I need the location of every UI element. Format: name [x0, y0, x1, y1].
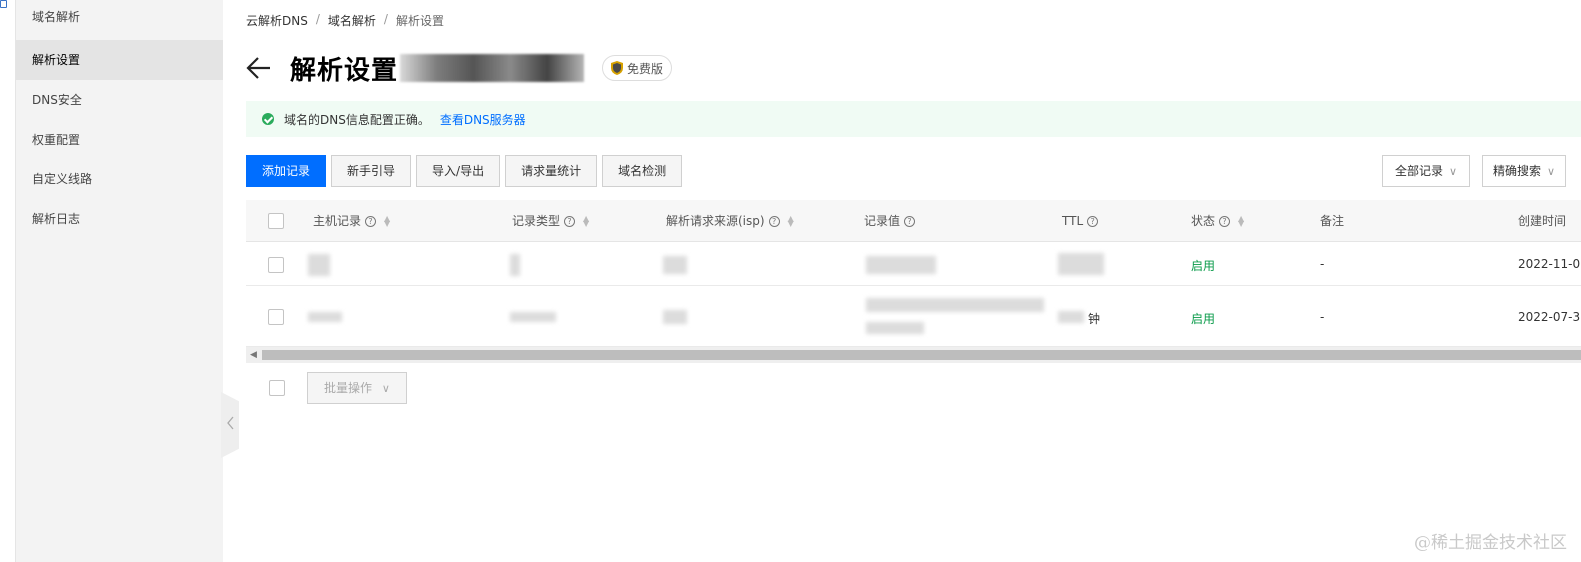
column-header-isp[interactable]: 解析请求来源(isp) ? ▲ ▼ [666, 200, 794, 242]
title-row: 解析设置 免费版 [246, 48, 673, 88]
column-label: 记录类型 [512, 214, 561, 228]
created-cell: 2022-11-0 [1518, 257, 1581, 271]
shield-icon [611, 61, 624, 75]
plan-badge: 免费版 [602, 55, 673, 81]
column-label: 主机记录 [313, 214, 362, 228]
add-record-button[interactable]: 添加记录 [246, 155, 327, 187]
back-arrow-icon[interactable] [246, 55, 272, 81]
row-checkbox[interactable] [268, 309, 284, 325]
sort-icon[interactable]: ▲ ▼ [788, 215, 794, 228]
chevron-down-icon: ∨ [381, 382, 390, 395]
column-label: 解析请求来源(isp) [666, 214, 765, 228]
select-all-checkbox[interactable] [268, 213, 284, 229]
column-header-status[interactable]: 状态 ? ▲ ▼ [1191, 200, 1244, 242]
created-cell: 2022-07-3 [1518, 310, 1581, 324]
sidebar-item-custom-line[interactable]: 自定义线路 [16, 159, 223, 199]
ttl-cell: 钟 [1088, 312, 1101, 326]
horizontal-scrollbar[interactable]: ◀ [246, 347, 1581, 363]
batch-operation-button[interactable]: 批量操作 ∨ [307, 372, 407, 404]
help-icon[interactable]: ? [365, 215, 377, 227]
redacted-host [308, 312, 342, 322]
plan-badge-label: 免费版 [627, 61, 664, 76]
sidebar-item-dns-security[interactable]: DNS安全 [16, 80, 223, 120]
scrollbar-thumb[interactable] [262, 350, 1581, 360]
sidebar: 域名解析 解析设置 DNS安全 权重配置 自定义线路 解析日志 [16, 0, 223, 562]
column-header-host[interactable]: 主机记录 ? ▲ ▼ [313, 200, 390, 242]
column-label: 状态 [1191, 214, 1216, 228]
sort-icon[interactable]: ▲ ▼ [583, 215, 589, 228]
row-checkbox[interactable] [268, 257, 284, 273]
toolbar: 添加记录 新手引导 导入/导出 请求量统计 域名检测 [246, 155, 687, 187]
help-icon[interactable]: ? [564, 215, 576, 227]
sidebar-item-resolve-log[interactable]: 解析日志 [16, 199, 223, 239]
breadcrumb-item[interactable]: 云解析DNS [246, 12, 308, 29]
table-row[interactable]: 钟 启用 - 2022-07-3 [246, 287, 1581, 347]
record-filter-select[interactable]: 全部记录 ∨ [1382, 155, 1471, 187]
column-header-value: 记录值 ? [864, 200, 916, 242]
help-icon[interactable]: ? [768, 215, 780, 227]
redacted-type [510, 312, 556, 322]
status-label: 启用 [1191, 312, 1216, 326]
redacted-isp [663, 310, 687, 324]
search-mode-select[interactable]: 精确搜索 ∨ [1482, 155, 1567, 187]
help-icon[interactable]: ? [1087, 215, 1099, 227]
breadcrumb-separator: / [383, 12, 388, 26]
chevron-down-icon: ∨ [1547, 165, 1556, 178]
search-mode-value: 精确搜索 [1493, 164, 1542, 178]
breadcrumb: 云解析DNS / 域名解析 / 解析设置 [246, 12, 444, 29]
redacted-domain [400, 54, 585, 82]
column-label: 记录值 [864, 214, 901, 228]
view-dns-servers-link[interactable]: 查看DNS服务器 [440, 111, 526, 128]
check-circle-icon [262, 113, 274, 125]
table-header: 主机记录 ? ▲ ▼ 记录类型 ? ▲ ▼ 解析请求来源(isp) ? ▲ ▼ 记录值… [246, 200, 1581, 242]
record-filter-value: 全部记录 [1395, 164, 1444, 178]
redacted-value [866, 322, 924, 334]
chevron-left-icon[interactable] [227, 416, 235, 430]
column-header-note: 备注 [1320, 200, 1344, 242]
note-cell: - [1320, 310, 1325, 324]
column-header-ttl: TTL ? [1062, 200, 1099, 242]
redacted-host [308, 254, 330, 276]
table-row[interactable]: 启用 - 2022-11-0 [246, 243, 1581, 286]
sidebar-item-resolve-settings[interactable]: 解析设置 [16, 40, 223, 80]
help-icon[interactable]: ? [904, 215, 916, 227]
breadcrumb-item[interactable]: 域名解析 [328, 12, 376, 29]
notice-text: 域名的DNS信息配置正确。 [284, 112, 430, 127]
breadcrumb-current: 解析设置 [395, 14, 444, 28]
page-title: 解析设置 [290, 55, 399, 86]
batch-operation-label: 批量操作 [324, 381, 373, 395]
app-icon[interactable] [0, 0, 7, 8]
sort-icon[interactable]: ▲ ▼ [384, 215, 390, 228]
breadcrumb-separator: / [315, 12, 320, 26]
sidebar-item-weight-config[interactable]: 权重配置 [16, 120, 223, 160]
scroll-left-icon[interactable]: ◀ [250, 350, 257, 360]
column-header-type[interactable]: 记录类型 ? ▲ ▼ [512, 200, 589, 242]
help-icon[interactable]: ? [1219, 215, 1231, 227]
watermark: @稀土掘金技术社区 [1414, 533, 1567, 553]
sidebar-item-domain-resolve[interactable]: 域名解析 [16, 0, 223, 37]
batch-select-checkbox[interactable] [269, 380, 285, 396]
request-stats-button[interactable]: 请求量统计 [505, 155, 598, 187]
column-label: 创建时间 [1518, 214, 1567, 228]
column-label: 备注 [1320, 214, 1345, 228]
redacted-ttl [1058, 253, 1104, 275]
redacted-type [510, 254, 520, 276]
column-header-created: 创建时间 [1518, 200, 1566, 242]
domain-check-button[interactable]: 域名检测 [602, 155, 683, 187]
chevron-down-icon: ∨ [1449, 165, 1458, 178]
main-content: 云解析DNS / 域名解析 / 解析设置 解析设置 免费版 域名的DNS信息配置… [246, 0, 1581, 562]
import-export-button[interactable]: 导入/导出 [416, 155, 501, 187]
dns-status-notice: 域名的DNS信息配置正确。 查看DNS服务器 [246, 101, 1581, 137]
beginner-guide-button[interactable]: 新手引导 [331, 155, 412, 187]
redacted-ttl [1058, 311, 1084, 323]
left-edge-strip [0, 0, 16, 562]
redacted-isp [663, 256, 687, 274]
sort-icon[interactable]: ▲ ▼ [1238, 215, 1244, 228]
redacted-value [866, 256, 936, 274]
note-cell: - [1320, 257, 1325, 271]
status-label: 启用 [1191, 259, 1216, 273]
redacted-value [866, 298, 1044, 312]
column-label: TTL [1062, 214, 1084, 228]
